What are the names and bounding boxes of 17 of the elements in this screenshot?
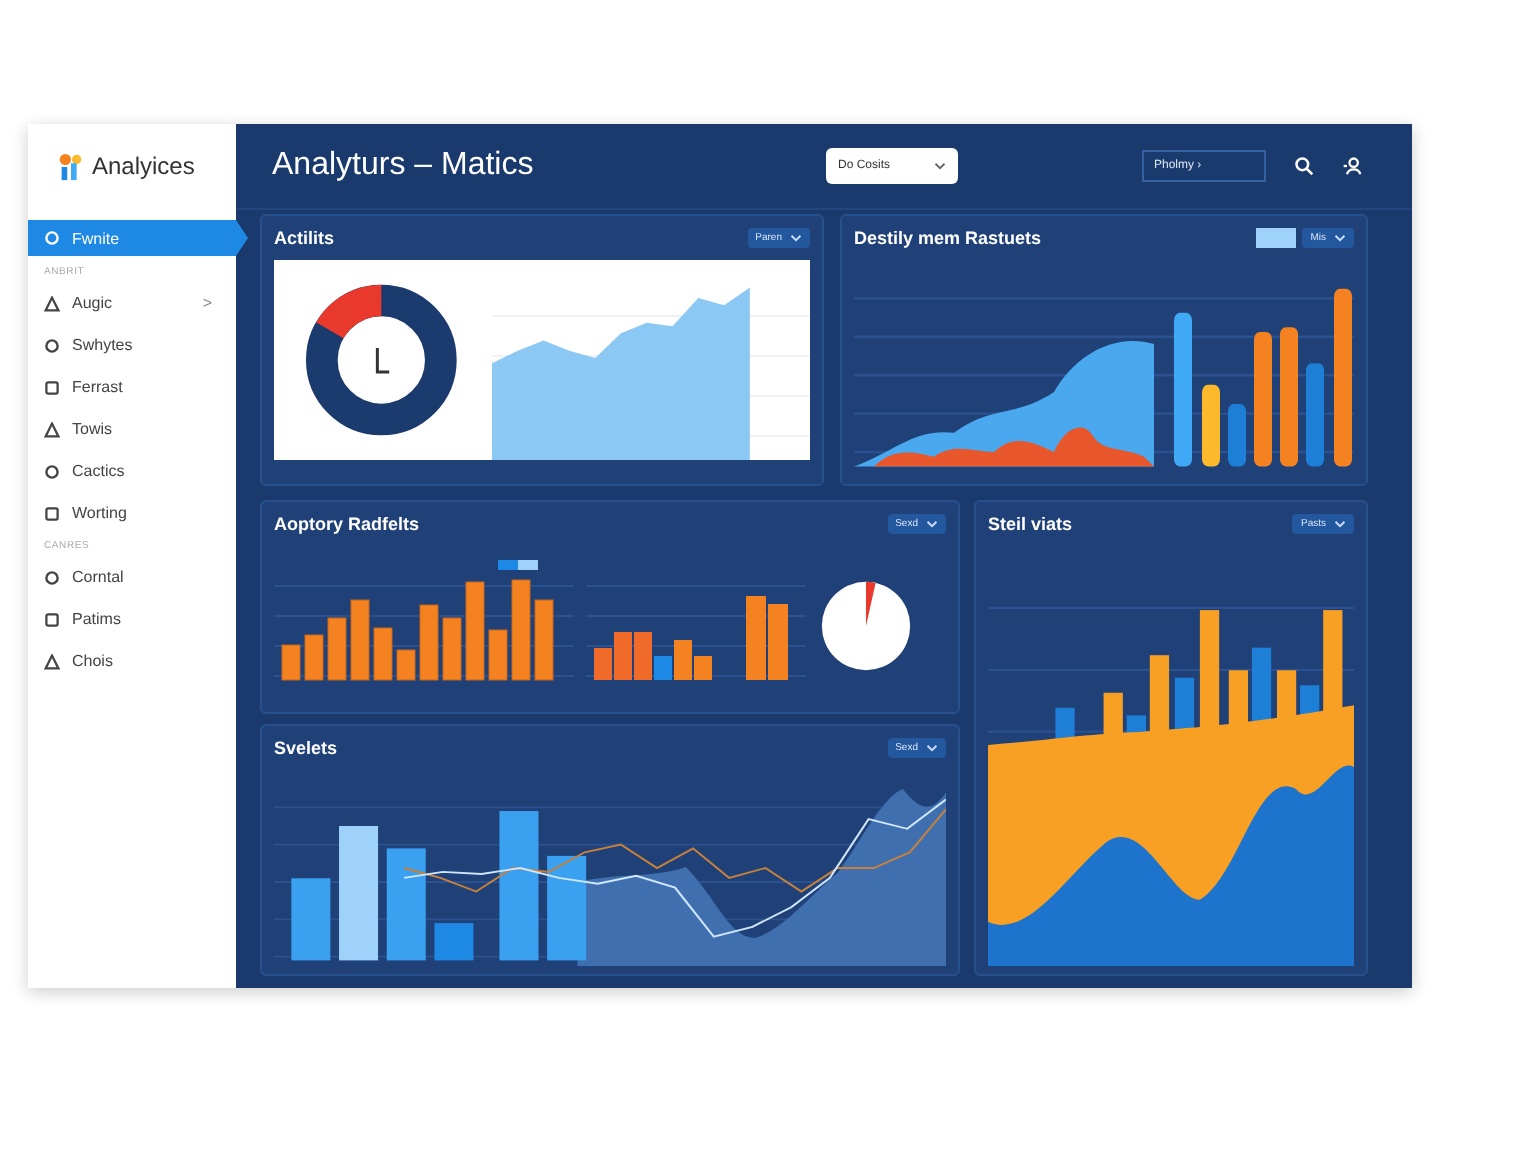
card-title: Destily mem Rastuets (854, 228, 1042, 248)
nav-item[interactable]: Patims (28, 598, 236, 640)
nav-item[interactable]: Swhytes (28, 324, 236, 366)
nav-item[interactable]: Worting (28, 492, 236, 534)
card-title: Steil viats (988, 514, 1073, 534)
page-title: Analyturs – Matics (272, 148, 536, 184)
nav-item[interactable]: Corntal (28, 556, 236, 598)
nav-item[interactable]: Ferrast (28, 366, 236, 408)
card-title: Aoptory Radfelts (274, 514, 420, 534)
nav-item[interactable]: Towis (28, 408, 236, 450)
logo-text: Analyices (92, 152, 195, 180)
card-title: Svelets (274, 738, 338, 758)
nav-item[interactable]: Cactics (28, 450, 236, 492)
nav-item[interactable]: Fwnite (28, 220, 248, 256)
nav-item[interactable]: Chois (28, 640, 236, 682)
nav-item[interactable]: Augic > (28, 282, 236, 324)
card-title: Actilits (274, 228, 335, 248)
